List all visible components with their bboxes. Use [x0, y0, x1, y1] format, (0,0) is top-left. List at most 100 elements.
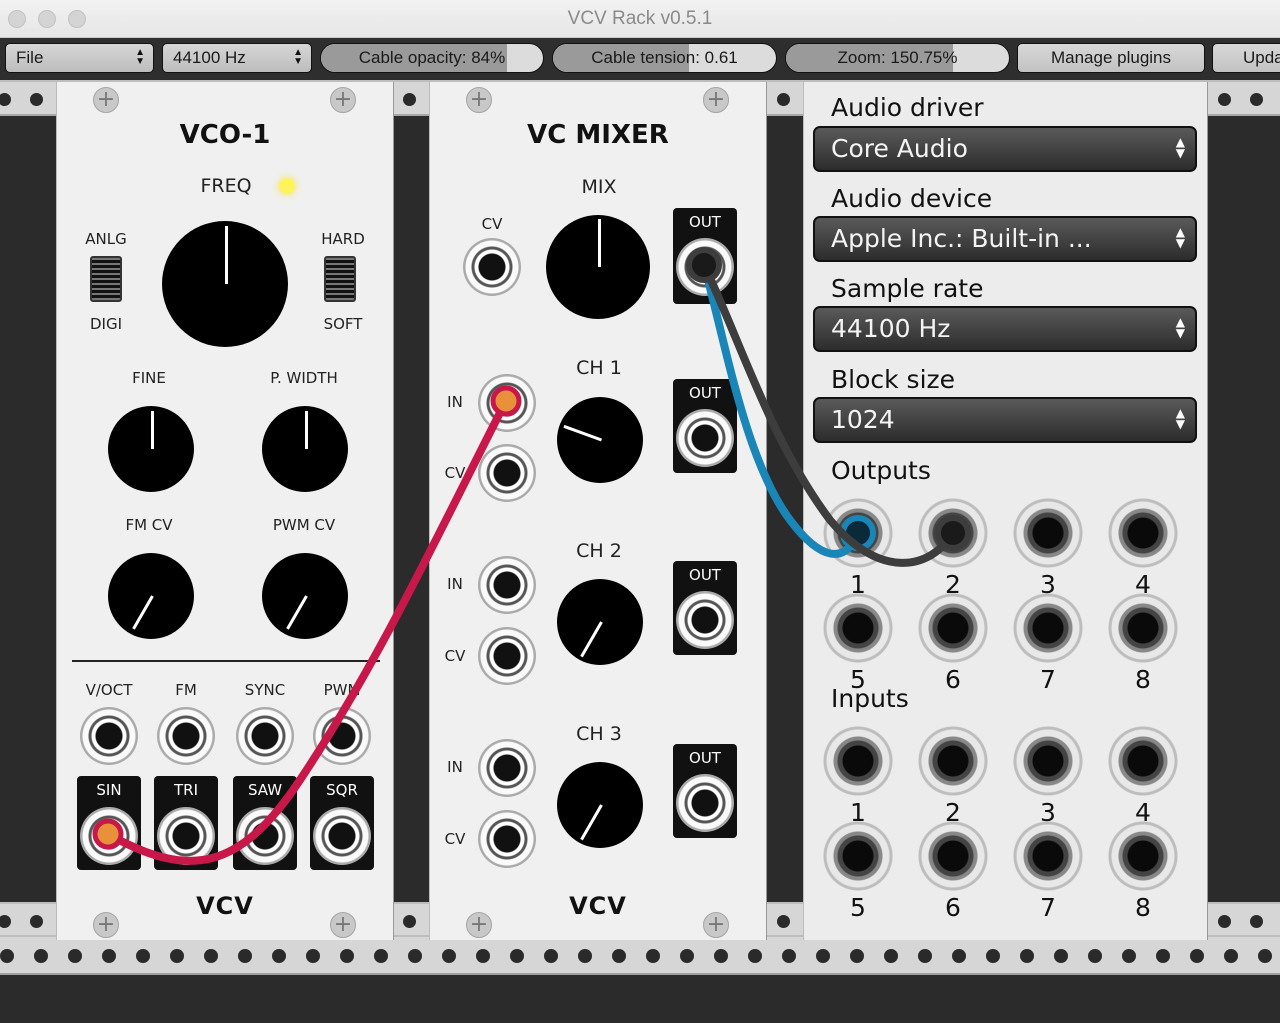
- tri-output-jack[interactable]: [157, 807, 215, 865]
- vc-mixer-module[interactable]: + + + + VC MIXER MIX CV OUT CH 1 IN CV O…: [429, 82, 767, 940]
- ch1-cv-label: CV: [444, 464, 466, 482]
- ch2-in-jack[interactable]: [478, 556, 536, 614]
- ch2-level-knob[interactable]: [557, 579, 643, 665]
- cable-tension-label: Cable tension: 0.61: [591, 48, 738, 67]
- fm-input-jack[interactable]: [157, 707, 215, 765]
- audio-output-jack-4[interactable]: [1108, 498, 1178, 568]
- rail-hole: [714, 949, 728, 963]
- audio-output-jack-3[interactable]: [1013, 498, 1083, 568]
- audio-input-jack-8[interactable]: [1108, 821, 1178, 891]
- ch1-in-jack[interactable]: [478, 374, 536, 432]
- vco1-led: [279, 178, 295, 194]
- audio-output-jack-1[interactable]: [823, 498, 893, 568]
- sync-input-jack[interactable]: [236, 707, 294, 765]
- audio-input-jack-2[interactable]: [918, 726, 988, 796]
- rail-hole: [510, 949, 524, 963]
- audio-device-select[interactable]: Apple Inc.: Built-in ... ▲ ▼: [813, 216, 1197, 262]
- audio-output-jack-5[interactable]: [823, 593, 893, 663]
- ch1-out-jack[interactable]: [676, 409, 734, 467]
- voct-input-jack[interactable]: [80, 707, 138, 765]
- rail-hole: [748, 949, 762, 963]
- updown-arrow-icon: ▲ ▼: [293, 47, 303, 67]
- input-num-6: 6: [945, 893, 961, 922]
- updown-arrow-icon: ▲ ▼: [135, 47, 145, 67]
- output-num-5: 5: [850, 665, 866, 694]
- fine-knob[interactable]: [108, 406, 194, 492]
- audio-input-jack-7[interactable]: [1013, 821, 1083, 891]
- ch3-in-label: IN: [447, 758, 463, 776]
- audio-output-jack-2[interactable]: [918, 498, 988, 568]
- audio-driver-label: Audio driver: [831, 93, 984, 122]
- audio-input-jack-4[interactable]: [1108, 726, 1178, 796]
- sin-output-jack[interactable]: [80, 807, 138, 865]
- ch1-level-knob[interactable]: [557, 397, 643, 483]
- sync-label: SYNC: [244, 681, 286, 699]
- pwm-input-jack[interactable]: [313, 707, 371, 765]
- rail-hole: [918, 949, 932, 963]
- rail-hole: [646, 949, 660, 963]
- audio-driver-select[interactable]: Core Audio ▲ ▼: [813, 126, 1197, 172]
- mix-cv-label: CV: [481, 215, 503, 233]
- ch1-label: CH 1: [576, 357, 622, 379]
- sample-rate-select[interactable]: 44100 Hz ▲ ▼: [162, 43, 312, 73]
- hard-soft-switch[interactable]: [324, 256, 356, 302]
- vcv-logo: VCV: [569, 892, 627, 920]
- pwm-label: PWM: [323, 681, 361, 699]
- ch3-level-knob[interactable]: [557, 762, 643, 848]
- ch3-in-jack[interactable]: [478, 739, 536, 797]
- cable-opacity-slider[interactable]: Cable opacity: 84%: [320, 43, 544, 73]
- block-size-select[interactable]: 1024 ▲ ▼: [813, 397, 1197, 443]
- mix-knob[interactable]: [546, 215, 650, 319]
- anlg-digi-switch[interactable]: [90, 256, 122, 302]
- vco1-module[interactable]: + + + + VCO-1 FREQ ANLG DIGI HARD SOFT F…: [56, 82, 394, 940]
- audio-output-jack-6[interactable]: [918, 593, 988, 663]
- update-button[interactable]: Upda: [1212, 43, 1280, 73]
- mix-label: MIX: [581, 176, 617, 198]
- audio-input-jack-3[interactable]: [1013, 726, 1083, 796]
- cable-opacity-label: Cable opacity: 84%: [358, 48, 506, 67]
- screw-icon: +: [703, 87, 729, 113]
- input-num-5: 5: [850, 893, 866, 922]
- rack[interactable]: + + + + VCO-1 FREQ ANLG DIGI HARD SOFT F…: [0, 80, 1280, 1023]
- manage-plugins-button[interactable]: Manage plugins: [1017, 43, 1205, 73]
- pwm-cv-knob[interactable]: [262, 553, 348, 639]
- updown-arrow-icon: ▲ ▼: [1175, 225, 1185, 250]
- ch2-out-label: OUT: [689, 566, 721, 584]
- ch3-cv-jack[interactable]: [478, 810, 536, 868]
- mix-cv-jack[interactable]: [463, 238, 521, 296]
- rail-hole: [1258, 949, 1272, 963]
- sqr-output-jack[interactable]: [313, 807, 371, 865]
- rail-hole: [544, 949, 558, 963]
- digi-label: DIGI: [89, 315, 123, 333]
- window-title: VCV Rack v0.5.1: [567, 8, 713, 29]
- sample-rate-dropdown[interactable]: 44100 Hz ▲ ▼: [813, 306, 1197, 352]
- ch2-cv-jack[interactable]: [478, 627, 536, 685]
- fm-cv-knob[interactable]: [108, 553, 194, 639]
- audio-output-jack-8[interactable]: [1108, 593, 1178, 663]
- audio-input-jack-1[interactable]: [823, 726, 893, 796]
- ch1-cv-jack[interactable]: [478, 444, 536, 502]
- rail-hole: [680, 949, 694, 963]
- vco1-title: VCO-1: [179, 120, 271, 150]
- zoom-slider[interactable]: Zoom: 150.75%: [785, 43, 1010, 73]
- mix-out-jack[interactable]: [676, 238, 734, 296]
- file-menu[interactable]: File ▲ ▼: [5, 43, 154, 73]
- rail-hole: [578, 949, 592, 963]
- saw-label: SAW: [247, 781, 283, 799]
- freq-knob[interactable]: [162, 221, 288, 347]
- audio-input-jack-5[interactable]: [823, 821, 893, 891]
- audio-driver-value: Core Audio: [831, 134, 968, 163]
- cable-tension-slider[interactable]: Cable tension: 0.61: [552, 43, 777, 73]
- updown-arrow-icon: ▲ ▼: [1175, 315, 1185, 340]
- ch2-out-jack[interactable]: [676, 591, 734, 649]
- manage-plugins-label: Manage plugins: [1050, 48, 1172, 67]
- audio-output-jack-7[interactable]: [1013, 593, 1083, 663]
- ch3-out-jack[interactable]: [676, 774, 734, 832]
- pulse-width-knob[interactable]: [262, 406, 348, 492]
- audio-input-jack-6[interactable]: [918, 821, 988, 891]
- rail-hole: [952, 949, 966, 963]
- rail-hole: [442, 949, 456, 963]
- block-size-label: Block size: [831, 365, 956, 394]
- output-num-8: 8: [1135, 665, 1151, 694]
- saw-output-jack[interactable]: [236, 807, 294, 865]
